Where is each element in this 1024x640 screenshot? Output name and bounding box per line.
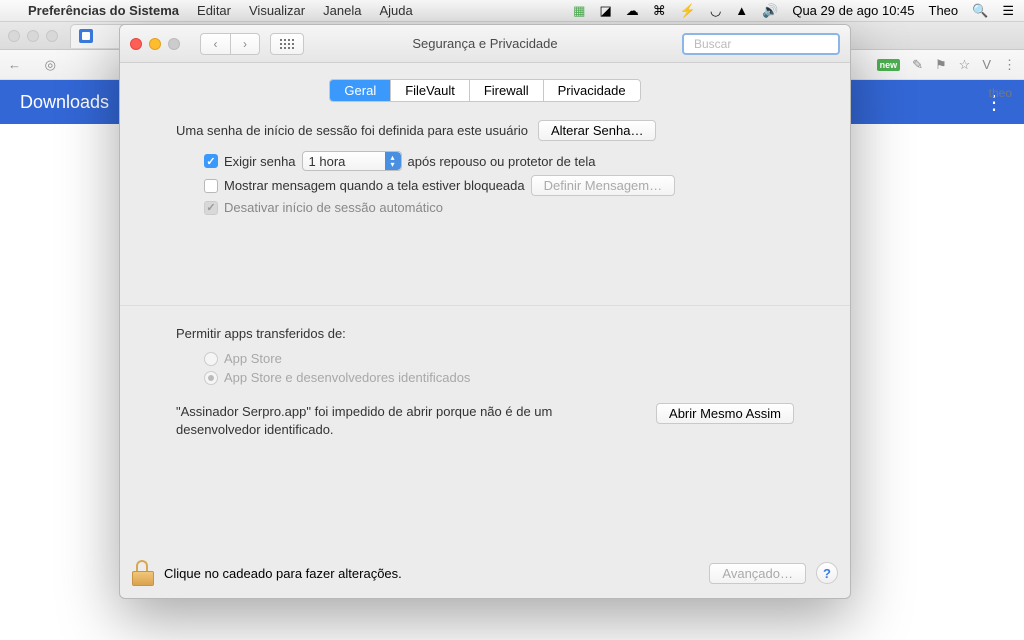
show-message-checkbox[interactable]	[204, 179, 218, 193]
blocked-app-text: "Assinador Serpro.app" foi impedido de a…	[176, 403, 576, 439]
zoom-icon[interactable]	[168, 38, 180, 50]
browser-menu-icon[interactable]: ⋮	[1003, 57, 1016, 73]
search-input[interactable]	[694, 37, 849, 51]
require-password-delay-value: 1 hora	[309, 154, 346, 169]
view-menu[interactable]: Visualizar	[249, 3, 305, 18]
zoom-icon[interactable]	[46, 30, 58, 42]
require-password-delay-select[interactable]: 1 hora	[302, 151, 402, 171]
keybase-icon[interactable]: ⌘	[653, 3, 666, 19]
select-arrows-icon	[385, 152, 401, 170]
login-password-text: Uma senha de início de sessão foi defini…	[176, 123, 528, 138]
window-menu[interactable]: Janela	[323, 3, 361, 18]
system-preferences-window: ‹ › Segurança e Privacidade Geral FileVa…	[119, 24, 851, 599]
tab-group: Geral FileVault Firewall Privacidade	[329, 79, 640, 102]
show-all-button[interactable]	[270, 33, 304, 55]
help-button[interactable]: ?	[816, 562, 838, 584]
status-green-icon[interactable]: ▦	[573, 3, 585, 19]
require-password-label: Exigir senha	[224, 154, 296, 169]
minimize-icon[interactable]	[149, 38, 161, 50]
radio-appstore	[204, 352, 218, 366]
radio-identified-label: App Store e desenvolvedores identificado…	[224, 370, 470, 385]
forward-icon[interactable]	[31, 57, 35, 72]
tab-general[interactable]: Geral	[330, 80, 391, 101]
bookmark-star-icon[interactable]: ☆	[959, 57, 971, 73]
general-pane: Uma senha de início de sessão foi defini…	[120, 102, 850, 439]
close-icon[interactable]	[8, 30, 20, 42]
disable-autologin-checkbox	[204, 201, 218, 215]
app-menu[interactable]: Preferências do Sistema	[28, 3, 179, 18]
lock-text: Clique no cadeado para fazer alterações.	[164, 566, 402, 581]
require-password-checkbox[interactable]	[204, 154, 218, 168]
require-password-after-label: após repouso ou protetor de tela	[408, 154, 596, 169]
datetime[interactable]: Qua 29 de ago 10:45	[792, 3, 914, 18]
allow-apps-label: Permitir apps transferidos de:	[176, 326, 794, 341]
footer: Clique no cadeado para fazer alterações.…	[132, 560, 838, 586]
search-field[interactable]	[682, 33, 840, 55]
tab-favicon-icon	[79, 29, 93, 43]
advanced-button[interactable]: Avançado…	[709, 563, 806, 584]
username[interactable]: Theo	[929, 3, 959, 18]
tab-filevault[interactable]: FileVault	[391, 80, 470, 101]
eject-icon[interactable]: ▲	[735, 3, 748, 18]
grid-icon	[280, 39, 294, 49]
radio-identified-developers	[204, 371, 218, 385]
set-message-button[interactable]: Definir Mensagem…	[531, 175, 676, 196]
extension-new-badge-icon[interactable]: new	[877, 59, 901, 71]
disk-icon[interactable]: ☁	[626, 3, 639, 19]
change-password-button[interactable]: Alterar Senha…	[538, 120, 657, 141]
back-icon[interactable]: ←	[8, 57, 21, 72]
tab-privacy[interactable]: Privacidade	[544, 80, 640, 101]
omnibox-secure-icon[interactable]: ◎	[45, 57, 56, 73]
lock-icon[interactable]	[132, 560, 154, 586]
back-button[interactable]: ‹	[200, 33, 230, 55]
prefs-titlebar: ‹ › Segurança e Privacidade	[120, 25, 850, 63]
downloads-title: Downloads	[20, 92, 109, 113]
box-icon[interactable]: ◪	[599, 3, 611, 19]
browser-profile-name[interactable]: theo	[989, 86, 1012, 100]
radio-appstore-label: App Store	[224, 351, 282, 366]
help-menu[interactable]: Ajuda	[379, 3, 412, 18]
window-title: Segurança e Privacidade	[412, 36, 557, 51]
disable-autologin-label: Desativar início de sessão automático	[224, 200, 443, 215]
menubar: Preferências do Sistema Editar Visualiza…	[0, 0, 1024, 22]
tab-firewall[interactable]: Firewall	[470, 80, 544, 101]
spotlight-icon[interactable]: 🔍	[972, 3, 988, 19]
divider	[120, 305, 850, 306]
minimize-icon[interactable]	[27, 30, 39, 42]
wifi-icon[interactable]: ◡	[710, 3, 721, 19]
bluetooth-icon[interactable]: ⚡	[680, 3, 696, 19]
extension-flag-icon[interactable]: ⚑	[935, 57, 947, 73]
volume-icon[interactable]: 🔊	[762, 3, 778, 19]
close-icon[interactable]	[130, 38, 142, 50]
edit-menu[interactable]: Editar	[197, 3, 231, 18]
extension-v-icon[interactable]: V	[982, 57, 991, 72]
eyedropper-icon[interactable]: ✎	[912, 57, 923, 73]
show-message-label: Mostrar mensagem quando a tela estiver b…	[224, 178, 525, 193]
notifications-icon[interactable]: ☰	[1002, 3, 1014, 19]
forward-button[interactable]: ›	[230, 33, 260, 55]
open-anyway-button[interactable]: Abrir Mesmo Assim	[656, 403, 794, 424]
